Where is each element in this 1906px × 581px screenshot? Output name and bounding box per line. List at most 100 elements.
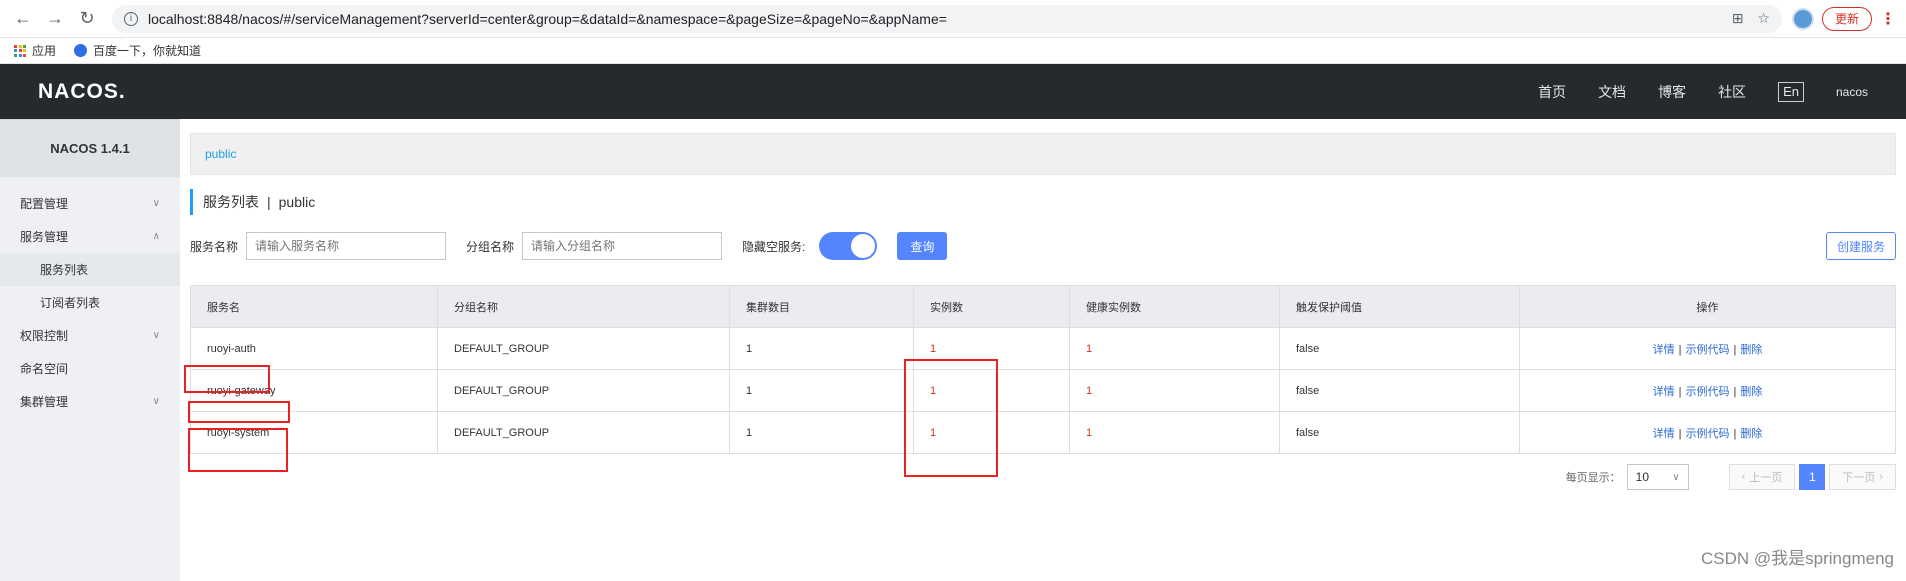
col-group-name: 分组名称 xyxy=(437,285,730,328)
detail-link[interactable]: 详情 xyxy=(1653,386,1675,398)
group-name-input[interactable] xyxy=(522,232,723,260)
translate-icon[interactable]: ⊞ xyxy=(1732,10,1744,27)
service-name-cell: ruoyi-auth xyxy=(190,327,438,370)
prev-page-label: 上一页 xyxy=(1749,472,1783,484)
bookmarks-bar: 应用 百度一下，你就知道 xyxy=(0,38,1906,64)
sidebar-item-auth[interactable]: 权限控制 ∨ xyxy=(0,319,180,352)
chevron-down-icon: ∨ xyxy=(1672,471,1680,483)
nav-docs[interactable]: 文档 xyxy=(1598,82,1626,102)
page-title-namespace: public xyxy=(278,194,316,210)
sidebar-item-label: 命名空间 xyxy=(20,362,69,376)
per-page-label: 每页显示： xyxy=(1565,472,1621,484)
browser-toolbar: ← → ↻ i localhost:8848/nacos/#/serviceMa… xyxy=(0,0,1906,38)
create-service-button[interactable]: 创建服务 xyxy=(1825,232,1896,260)
threshold-cell: false xyxy=(1279,327,1520,370)
next-page-label: 下一页 xyxy=(1842,472,1876,484)
watermark: CSDN @我是springmeng xyxy=(1701,549,1894,568)
detail-link[interactable]: 详情 xyxy=(1653,344,1675,356)
group-name-label: 分组名称 xyxy=(466,239,515,254)
service-name-cell: ruoyi-system xyxy=(190,411,438,454)
detail-link[interactable]: 详情 xyxy=(1653,428,1675,440)
group-cell: DEFAULT_GROUP xyxy=(437,369,730,412)
more-menu-icon[interactable]: ⋮ xyxy=(1880,9,1896,29)
service-name-input[interactable] xyxy=(246,232,447,260)
nav-community[interactable]: 社区 xyxy=(1718,82,1746,102)
back-icon[interactable]: ← xyxy=(10,6,36,32)
bookmark-apps[interactable]: 应用 xyxy=(14,42,56,59)
address-bar[interactable]: i localhost:8848/nacos/#/serviceManageme… xyxy=(112,4,1782,33)
page-number-current[interactable]: 1 xyxy=(1799,464,1826,490)
cluster-cell: 1 xyxy=(729,411,914,454)
actions-cell: 详情 | 示例代码 | 删除 xyxy=(1519,327,1896,370)
sample-code-link[interactable]: 示例代码 xyxy=(1686,428,1730,440)
page-size-select[interactable]: 10 ∨ xyxy=(1626,464,1689,490)
sidebar-item-subscriber-list[interactable]: 订阅者列表 xyxy=(0,286,180,319)
star-icon[interactable]: ☆ xyxy=(1757,10,1770,27)
language-switch[interactable]: En xyxy=(1778,81,1804,102)
chevron-left-icon: ‹ xyxy=(1741,471,1746,483)
col-healthy-count: 健康实例数 xyxy=(1069,285,1280,328)
namespace-link[interactable]: public xyxy=(205,147,236,161)
cluster-cell: 1 xyxy=(729,327,914,370)
chevron-right-icon: › xyxy=(1879,471,1883,483)
hide-empty-toggle[interactable] xyxy=(819,232,878,260)
sidebar-item-service[interactable]: 服务管理 ∧ xyxy=(0,220,180,253)
page-title: 服务列表 | public xyxy=(190,189,1896,215)
healthy-cell: 1 xyxy=(1069,369,1280,412)
page-title-text: 服务列表 xyxy=(203,194,259,210)
healthy-cell: 1 xyxy=(1069,327,1280,370)
col-threshold: 触发保护阈值 xyxy=(1279,285,1520,328)
forward-icon[interactable]: → xyxy=(42,6,68,32)
info-icon[interactable]: i xyxy=(124,11,138,26)
prev-page-button[interactable]: ‹ 上一页 xyxy=(1728,464,1796,490)
chevron-up-icon: ∧ xyxy=(152,231,160,242)
sample-code-link[interactable]: 示例代码 xyxy=(1686,386,1730,398)
threshold-cell: false xyxy=(1279,369,1520,412)
actions-cell: 详情 | 示例代码 | 删除 xyxy=(1519,369,1896,412)
main-content: public 服务列表 | public 服务名称 分组名称 隐藏空服务: 查询… xyxy=(180,119,1906,581)
query-button[interactable]: 查询 xyxy=(897,232,948,260)
sample-code-link[interactable]: 示例代码 xyxy=(1686,344,1730,356)
sidebar-item-service-list[interactable]: 服务列表 xyxy=(0,253,180,286)
group-cell: DEFAULT_GROUP xyxy=(437,327,730,370)
version-label: NACOS 1.4.1 xyxy=(0,119,180,177)
col-instance-count: 实例数 xyxy=(913,285,1070,328)
profile-avatar[interactable] xyxy=(1791,7,1814,30)
delete-link[interactable]: 删除 xyxy=(1740,344,1762,356)
sidebar-item-config[interactable]: 配置管理 ∨ xyxy=(0,187,180,220)
sidebar-item-label: 集群管理 xyxy=(20,395,69,409)
instance-cell: 1 xyxy=(913,369,1070,412)
chevron-down-icon: ∨ xyxy=(152,396,160,407)
baidu-paw-icon xyxy=(74,44,88,57)
toggle-knob xyxy=(851,234,876,258)
namespace-bar: public xyxy=(190,133,1896,175)
sidebar: NACOS 1.4.1 配置管理 ∨ 服务管理 ∧ 服务列表 订阅者列表 权限控… xyxy=(0,119,180,581)
next-page-button[interactable]: 下一页 › xyxy=(1829,464,1896,490)
reload-icon[interactable]: ↻ xyxy=(74,6,100,32)
nav-home[interactable]: 首页 xyxy=(1538,82,1566,102)
instance-cell: 1 xyxy=(913,327,1070,370)
chevron-down-icon: ∨ xyxy=(152,198,160,209)
service-name-label: 服务名称 xyxy=(190,239,239,254)
delete-link[interactable]: 删除 xyxy=(1740,428,1762,440)
filter-bar: 服务名称 分组名称 隐藏空服务: 查询 创建服务 xyxy=(190,231,1896,261)
hide-empty-label: 隐藏空服务: xyxy=(742,239,806,254)
apps-grid-icon xyxy=(14,44,26,57)
sidebar-item-label: 配置管理 xyxy=(20,197,69,211)
actions-cell: 详情 | 示例代码 | 删除 xyxy=(1519,411,1896,454)
delete-link[interactable]: 删除 xyxy=(1740,386,1762,398)
url-text: localhost:8848/nacos/#/serviceManagement… xyxy=(148,10,947,27)
col-cluster-count: 集群数目 xyxy=(729,285,914,328)
bookmark-baidu[interactable]: 百度一下，你就知道 xyxy=(74,42,201,59)
pagination: 每页显示： 10 ∨ ‹ 上一页 1 下一页 › xyxy=(190,464,1896,490)
col-actions: 操作 xyxy=(1519,285,1896,328)
sidebar-item-cluster[interactable]: 集群管理 ∨ xyxy=(0,385,180,418)
healthy-cell: 1 xyxy=(1069,411,1280,454)
table-row: ruoyi-auth DEFAULT_GROUP 1 1 1 false 详情 |… xyxy=(190,327,1896,370)
sidebar-item-namespace[interactable]: 命名空间 xyxy=(0,352,180,385)
update-button[interactable]: 更新 xyxy=(1821,6,1872,31)
page-size-value: 10 xyxy=(1635,470,1650,484)
nacos-logo[interactable]: NACOS. xyxy=(38,80,126,104)
nav-blog[interactable]: 博客 xyxy=(1658,82,1686,102)
user-menu[interactable]: nacos xyxy=(1836,85,1868,99)
